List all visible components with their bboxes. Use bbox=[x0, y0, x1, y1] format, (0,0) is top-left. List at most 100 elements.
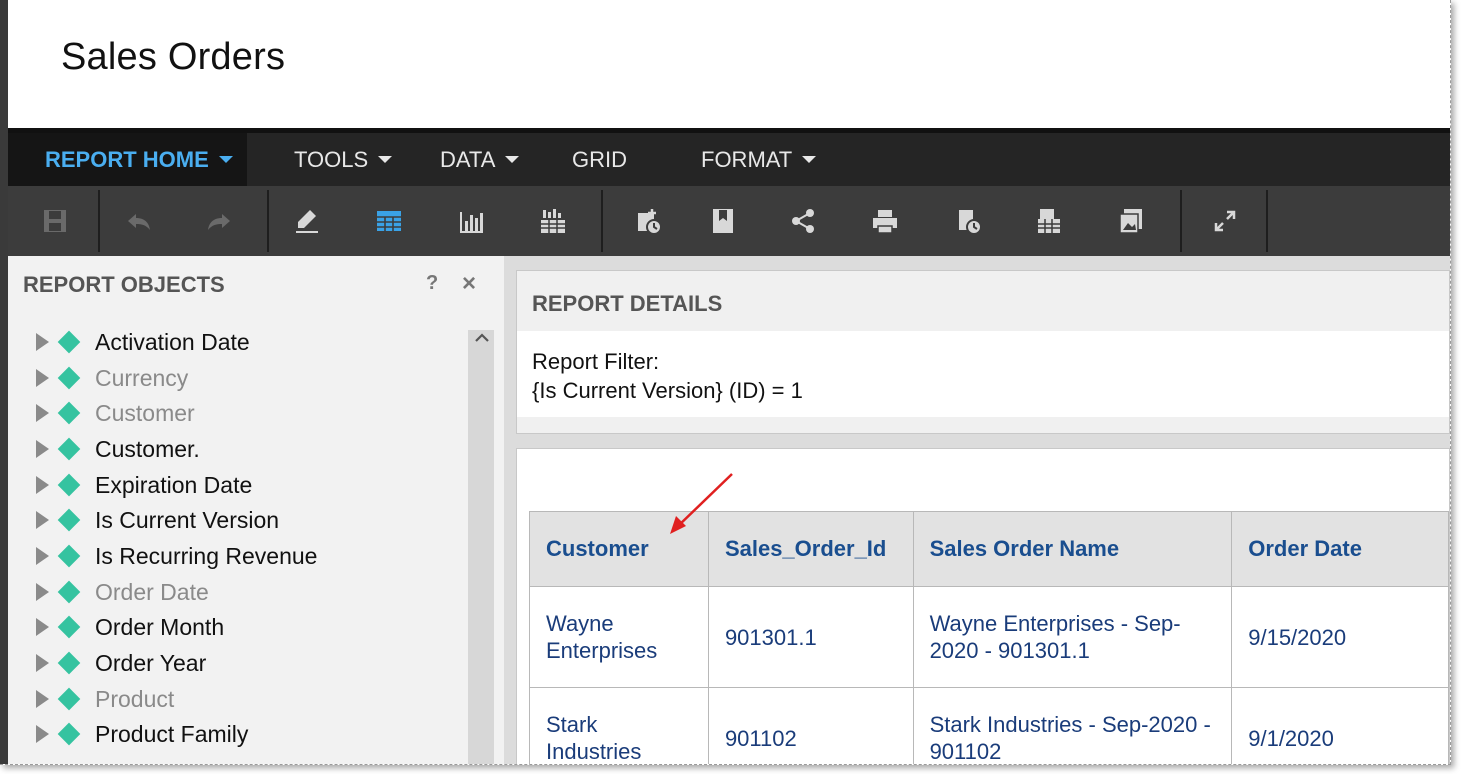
column-header-customer[interactable]: Customer bbox=[529, 511, 709, 587]
report-details-title: REPORT DETAILS bbox=[532, 291, 723, 316]
menu-bar: REPORT HOME TOOLS DATA GRID FORMAT bbox=[8, 128, 1450, 186]
scrollbar[interactable] bbox=[468, 330, 494, 764]
table-cell[interactable]: 901301.1 bbox=[707, 586, 914, 688]
attribute-diamond-icon bbox=[57, 508, 81, 532]
menu-data[interactable]: DATA bbox=[440, 133, 520, 186]
grid-view-icon[interactable] bbox=[372, 204, 406, 238]
close-icon[interactable]: × bbox=[462, 270, 476, 298]
report-grid-card: Customer Sales_Order_Id Sales Order Name… bbox=[516, 448, 1450, 764]
print-icon[interactable] bbox=[868, 204, 902, 238]
attribute-diamond-icon bbox=[57, 615, 81, 639]
report-filter-label: Report Filter: bbox=[532, 349, 660, 374]
report-object-label: Product bbox=[95, 685, 175, 712]
edit-icon[interactable] bbox=[290, 204, 324, 238]
menu-format[interactable]: FORMAT bbox=[701, 133, 817, 186]
expand-arrow-icon[interactable] bbox=[36, 511, 49, 529]
list-item[interactable]: Activation Date bbox=[36, 325, 250, 359]
expand-arrow-icon[interactable] bbox=[36, 583, 49, 601]
schedule-add-icon[interactable] bbox=[632, 204, 666, 238]
attribute-diamond-icon bbox=[57, 722, 81, 746]
report-canvas: REPORT DETAILS Report Filter: {Is Curren… bbox=[504, 256, 1450, 764]
report-object-label: Order Month bbox=[95, 613, 225, 640]
column-header-sales-order-id[interactable]: Sales_Order_Id bbox=[707, 511, 914, 587]
expand-arrow-icon[interactable] bbox=[36, 690, 49, 708]
report-object-label: Activation Date bbox=[95, 328, 250, 355]
menu-grid-label: GRID bbox=[572, 147, 627, 172]
attribute-diamond-icon bbox=[57, 330, 81, 354]
list-item[interactable]: Currency bbox=[36, 361, 188, 395]
toolbar-divider bbox=[601, 190, 603, 252]
export-image-icon[interactable] bbox=[1114, 204, 1148, 238]
expand-arrow-icon[interactable] bbox=[36, 476, 49, 494]
menu-tools[interactable]: TOOLS bbox=[294, 133, 393, 186]
export-icon[interactable] bbox=[1032, 204, 1066, 238]
menu-grid[interactable]: GRID bbox=[572, 133, 627, 186]
list-item[interactable]: Product bbox=[36, 682, 174, 716]
toolbar-divider bbox=[1266, 190, 1268, 252]
expand-arrow-icon[interactable] bbox=[36, 725, 49, 743]
toolbar-divider bbox=[267, 190, 269, 252]
table-cell[interactable]: Wayne Enterprises bbox=[529, 586, 709, 688]
list-item[interactable]: Is Current Version bbox=[36, 503, 279, 537]
column-header-order-date[interactable]: Order Date bbox=[1231, 511, 1449, 587]
report-object-label: Is Current Version bbox=[95, 506, 280, 533]
menu-report-home-label: REPORT HOME bbox=[45, 147, 209, 172]
table-cell[interactable]: 9/15/2020 bbox=[1231, 586, 1449, 688]
list-item[interactable]: Expiration Date bbox=[36, 468, 252, 502]
table-cell[interactable]: 9/1/2020 bbox=[1231, 687, 1449, 764]
list-item[interactable]: Order Year bbox=[36, 646, 206, 680]
undo-icon[interactable] bbox=[122, 204, 156, 238]
report-grid: Customer Sales_Order_Id Sales Order Name… bbox=[529, 511, 1449, 764]
expand-arrow-icon[interactable] bbox=[36, 654, 49, 672]
list-item[interactable]: Order Month bbox=[36, 610, 224, 644]
menu-format-label: FORMAT bbox=[701, 147, 793, 172]
report-details-card: REPORT DETAILS Report Filter: {Is Curren… bbox=[516, 270, 1450, 434]
save-icon[interactable] bbox=[38, 204, 72, 238]
scroll-up-icon[interactable] bbox=[472, 328, 492, 348]
menu-data-label: DATA bbox=[440, 147, 496, 172]
list-item[interactable]: Order Date bbox=[36, 575, 209, 609]
fullscreen-icon[interactable] bbox=[1208, 204, 1242, 238]
chevron-down-icon bbox=[378, 155, 393, 163]
attribute-diamond-icon bbox=[57, 366, 81, 390]
column-header-sales-order-name[interactable]: Sales Order Name bbox=[912, 511, 1233, 587]
report-object-label: Customer. bbox=[95, 435, 200, 462]
expand-arrow-icon[interactable] bbox=[36, 618, 49, 636]
attribute-diamond-icon bbox=[57, 651, 81, 675]
table-cell[interactable]: Stark Industries bbox=[529, 687, 709, 764]
list-item[interactable]: Customer bbox=[36, 396, 195, 430]
attribute-diamond-icon bbox=[57, 580, 81, 604]
list-item[interactable]: Customer. bbox=[36, 432, 200, 466]
chart-view-icon[interactable] bbox=[454, 204, 488, 238]
application-window: Sales Orders REPORT HOME TOOLS DATA GRID… bbox=[0, 0, 1451, 765]
chevron-down-icon bbox=[802, 155, 817, 163]
attribute-diamond-icon bbox=[57, 473, 81, 497]
redo-icon[interactable] bbox=[202, 204, 236, 238]
grid-and-chart-icon[interactable] bbox=[536, 204, 570, 238]
list-item[interactable]: Product Family bbox=[36, 717, 248, 751]
report-object-label: Expiration Date bbox=[95, 471, 253, 498]
report-object-label: Currency bbox=[95, 364, 189, 391]
expand-arrow-icon[interactable] bbox=[36, 333, 49, 351]
menu-tools-label: TOOLS bbox=[294, 147, 369, 172]
report-details-header: REPORT DETAILS bbox=[517, 271, 1449, 331]
expand-arrow-icon[interactable] bbox=[36, 404, 49, 422]
expand-arrow-icon[interactable] bbox=[36, 547, 49, 565]
toolbar-divider bbox=[98, 190, 100, 252]
table-cell[interactable]: Wayne Enterprises - Sep-2020 - 901301.1 bbox=[912, 586, 1233, 688]
chevron-down-icon bbox=[218, 155, 233, 163]
menu-report-home[interactable]: REPORT HOME bbox=[8, 133, 247, 186]
table-cell[interactable]: 901102 bbox=[707, 687, 914, 764]
page-title: Sales Orders bbox=[61, 36, 286, 78]
table-cell[interactable]: Stark Industries - Sep-2020 - 901102 bbox=[912, 687, 1233, 764]
attribute-diamond-icon bbox=[57, 687, 81, 711]
subscribe-icon[interactable] bbox=[952, 204, 986, 238]
share-icon[interactable] bbox=[786, 204, 820, 238]
window-left-border bbox=[0, 0, 8, 764]
list-item[interactable]: Is Recurring Revenue bbox=[36, 539, 317, 573]
help-icon[interactable]: ? bbox=[426, 272, 438, 295]
expand-arrow-icon[interactable] bbox=[36, 440, 49, 458]
expand-arrow-icon[interactable] bbox=[36, 369, 49, 387]
bookmark-icon[interactable] bbox=[706, 204, 740, 238]
toolbar bbox=[8, 186, 1450, 256]
